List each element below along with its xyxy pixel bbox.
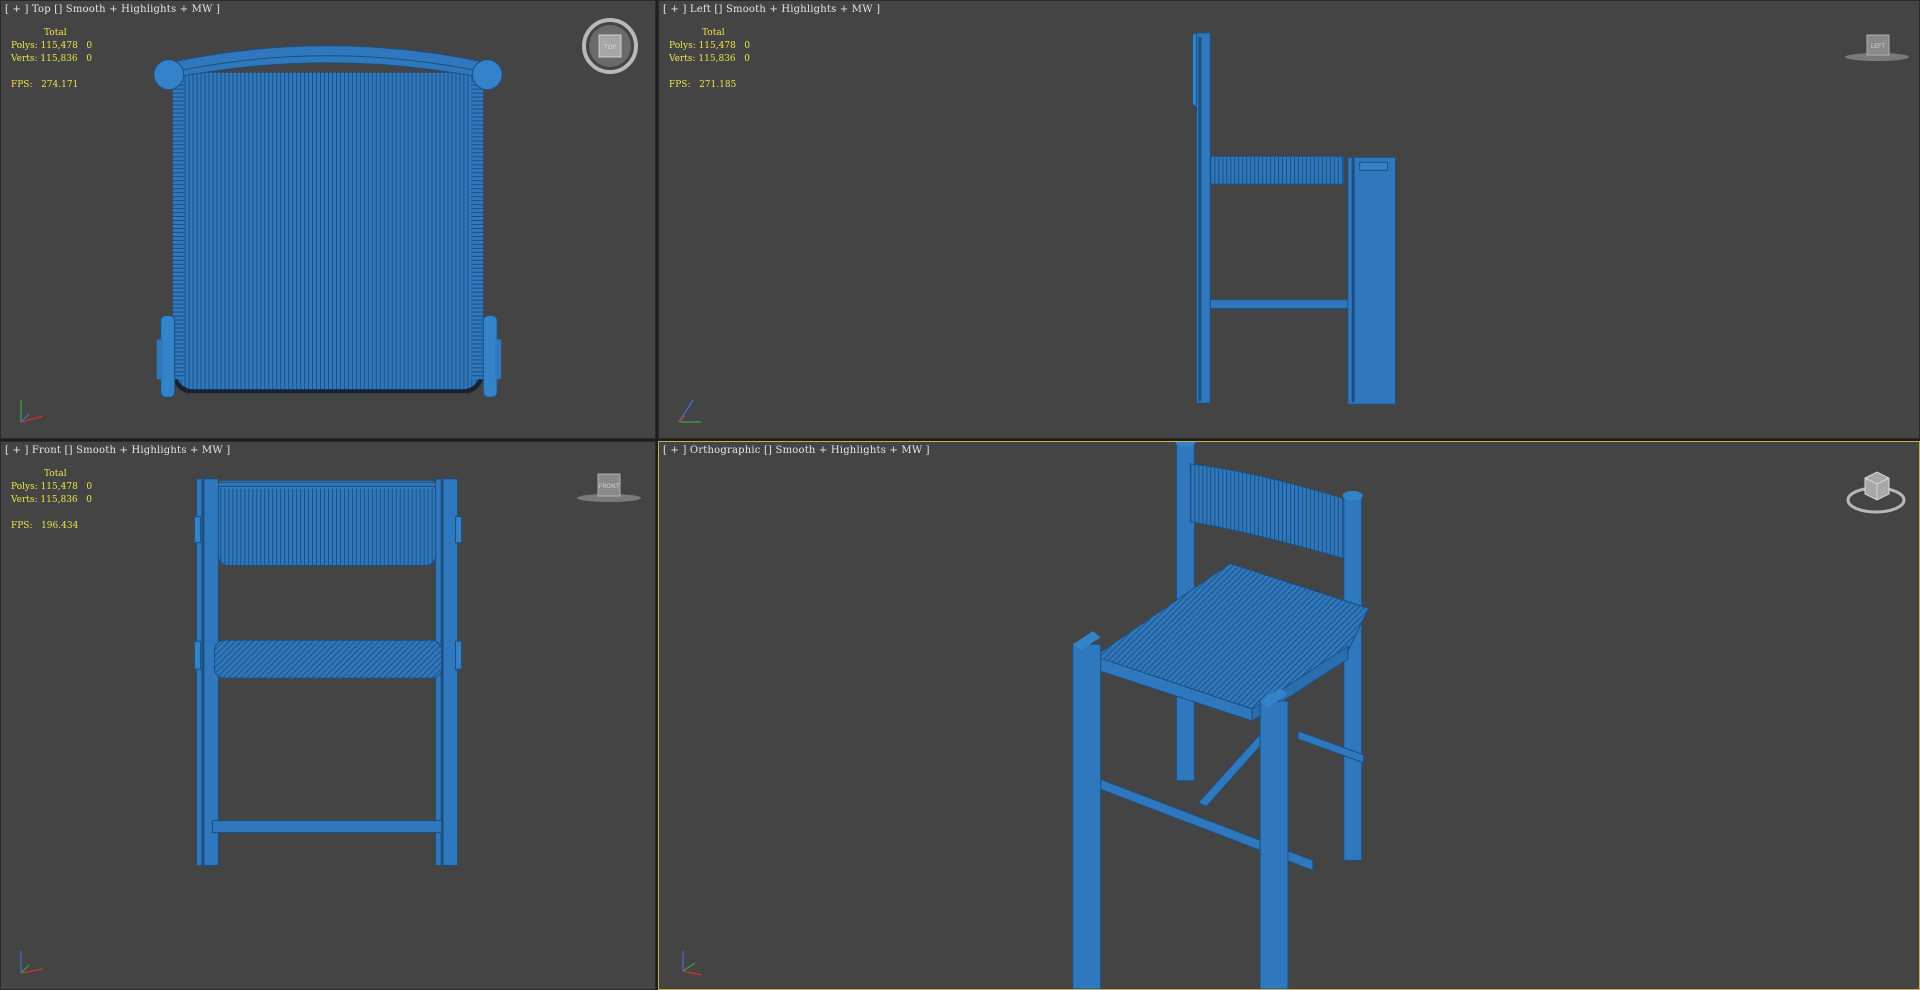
- navcube-label: LEFT: [1871, 43, 1885, 50]
- chair-model-orthographic[interactable]: [659, 442, 1919, 989]
- chair-model-left[interactable]: [659, 1, 1919, 438]
- navcube-label: FRONT: [599, 483, 620, 490]
- viewport-grid: [ + ] Top [] Smooth + Highlights + MW ] …: [0, 0, 1920, 990]
- navcube-icon[interactable]: LEFT: [1841, 27, 1913, 67]
- navcube-label: TOP: [603, 44, 616, 51]
- axis-triad-icon: [20, 951, 44, 974]
- viewport-left[interactable]: [ + ] Left [] Smooth + Highlights + MW ]…: [658, 0, 1920, 439]
- navcube-icon[interactable]: FRONT: [573, 468, 645, 508]
- navcube-icon[interactable]: TOP: [581, 17, 639, 75]
- viewport-front[interactable]: [ + ] Front [] Smooth + Highlights + MW …: [0, 441, 656, 990]
- axis-triad-icon: [682, 951, 702, 976]
- axis-triad-icon: [678, 399, 701, 423]
- axis-triad-icon: [20, 400, 44, 423]
- viewport-orthographic[interactable]: [ + ] Orthographic [] Smooth + Highlight…: [658, 441, 1920, 990]
- chair-model-front[interactable]: [1, 442, 655, 989]
- viewport-top[interactable]: [ + ] Top [] Smooth + Highlights + MW ] …: [0, 0, 656, 439]
- chair-model-top[interactable]: [1, 1, 655, 438]
- navcube-icon[interactable]: [1845, 460, 1907, 516]
